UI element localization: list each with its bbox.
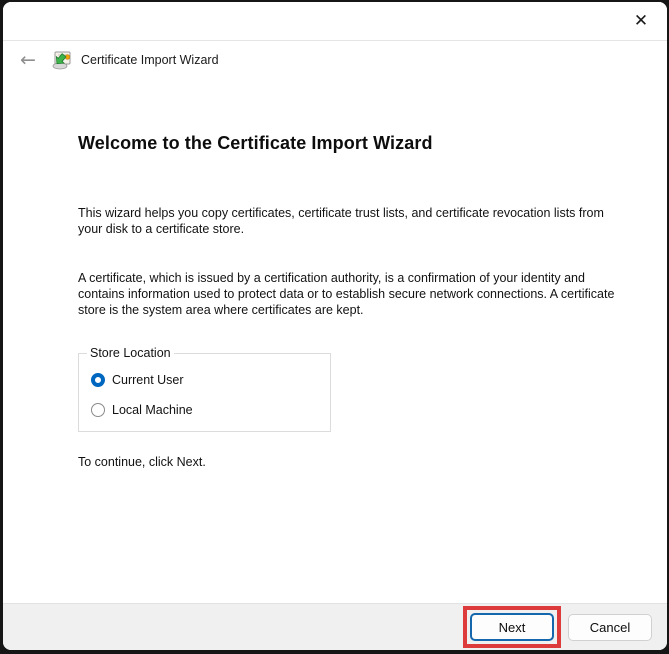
- next-button[interactable]: Next: [470, 613, 554, 641]
- radio-unselected-icon: [91, 403, 105, 417]
- wizard-content: Welcome to the Certificate Import Wizard…: [3, 79, 667, 602]
- close-button[interactable]: ✕: [623, 5, 659, 37]
- radio-current-user-label: Current User: [112, 373, 184, 387]
- radio-local-machine-label: Local Machine: [112, 403, 193, 417]
- back-arrow-icon: ←: [20, 49, 36, 71]
- wizard-title: Certificate Import Wizard: [81, 53, 219, 67]
- radio-local-machine[interactable]: Local Machine: [91, 402, 193, 418]
- page-title: Welcome to the Certificate Import Wizard: [78, 133, 433, 153]
- titlebar: ✕: [3, 2, 667, 41]
- radio-current-user[interactable]: Current User: [91, 372, 184, 388]
- footer-button-bar: Next Cancel: [3, 603, 667, 650]
- intro-paragraph: This wizard helps you copy certificates,…: [78, 206, 604, 236]
- certificate-import-wizard-window: ✕ ← Certificate Import Wizard Welcome to…: [3, 2, 667, 650]
- certificate-import-icon: [52, 51, 71, 70]
- cancel-button[interactable]: Cancel: [568, 613, 652, 641]
- close-icon: ✕: [633, 11, 649, 31]
- back-button[interactable]: ←: [11, 49, 45, 71]
- description-paragraph: A certificate, which is issued by a cert…: [78, 271, 615, 317]
- store-location-groupbox: Store Location Current User Local Machin…: [78, 346, 331, 432]
- radio-selected-icon: [91, 373, 105, 387]
- store-location-legend: Store Location: [87, 346, 174, 360]
- continue-instruction: To continue, click Next.: [78, 455, 206, 469]
- wizard-header: ← Certificate Import Wizard: [3, 41, 667, 79]
- next-button-highlight-box: Next: [463, 606, 561, 648]
